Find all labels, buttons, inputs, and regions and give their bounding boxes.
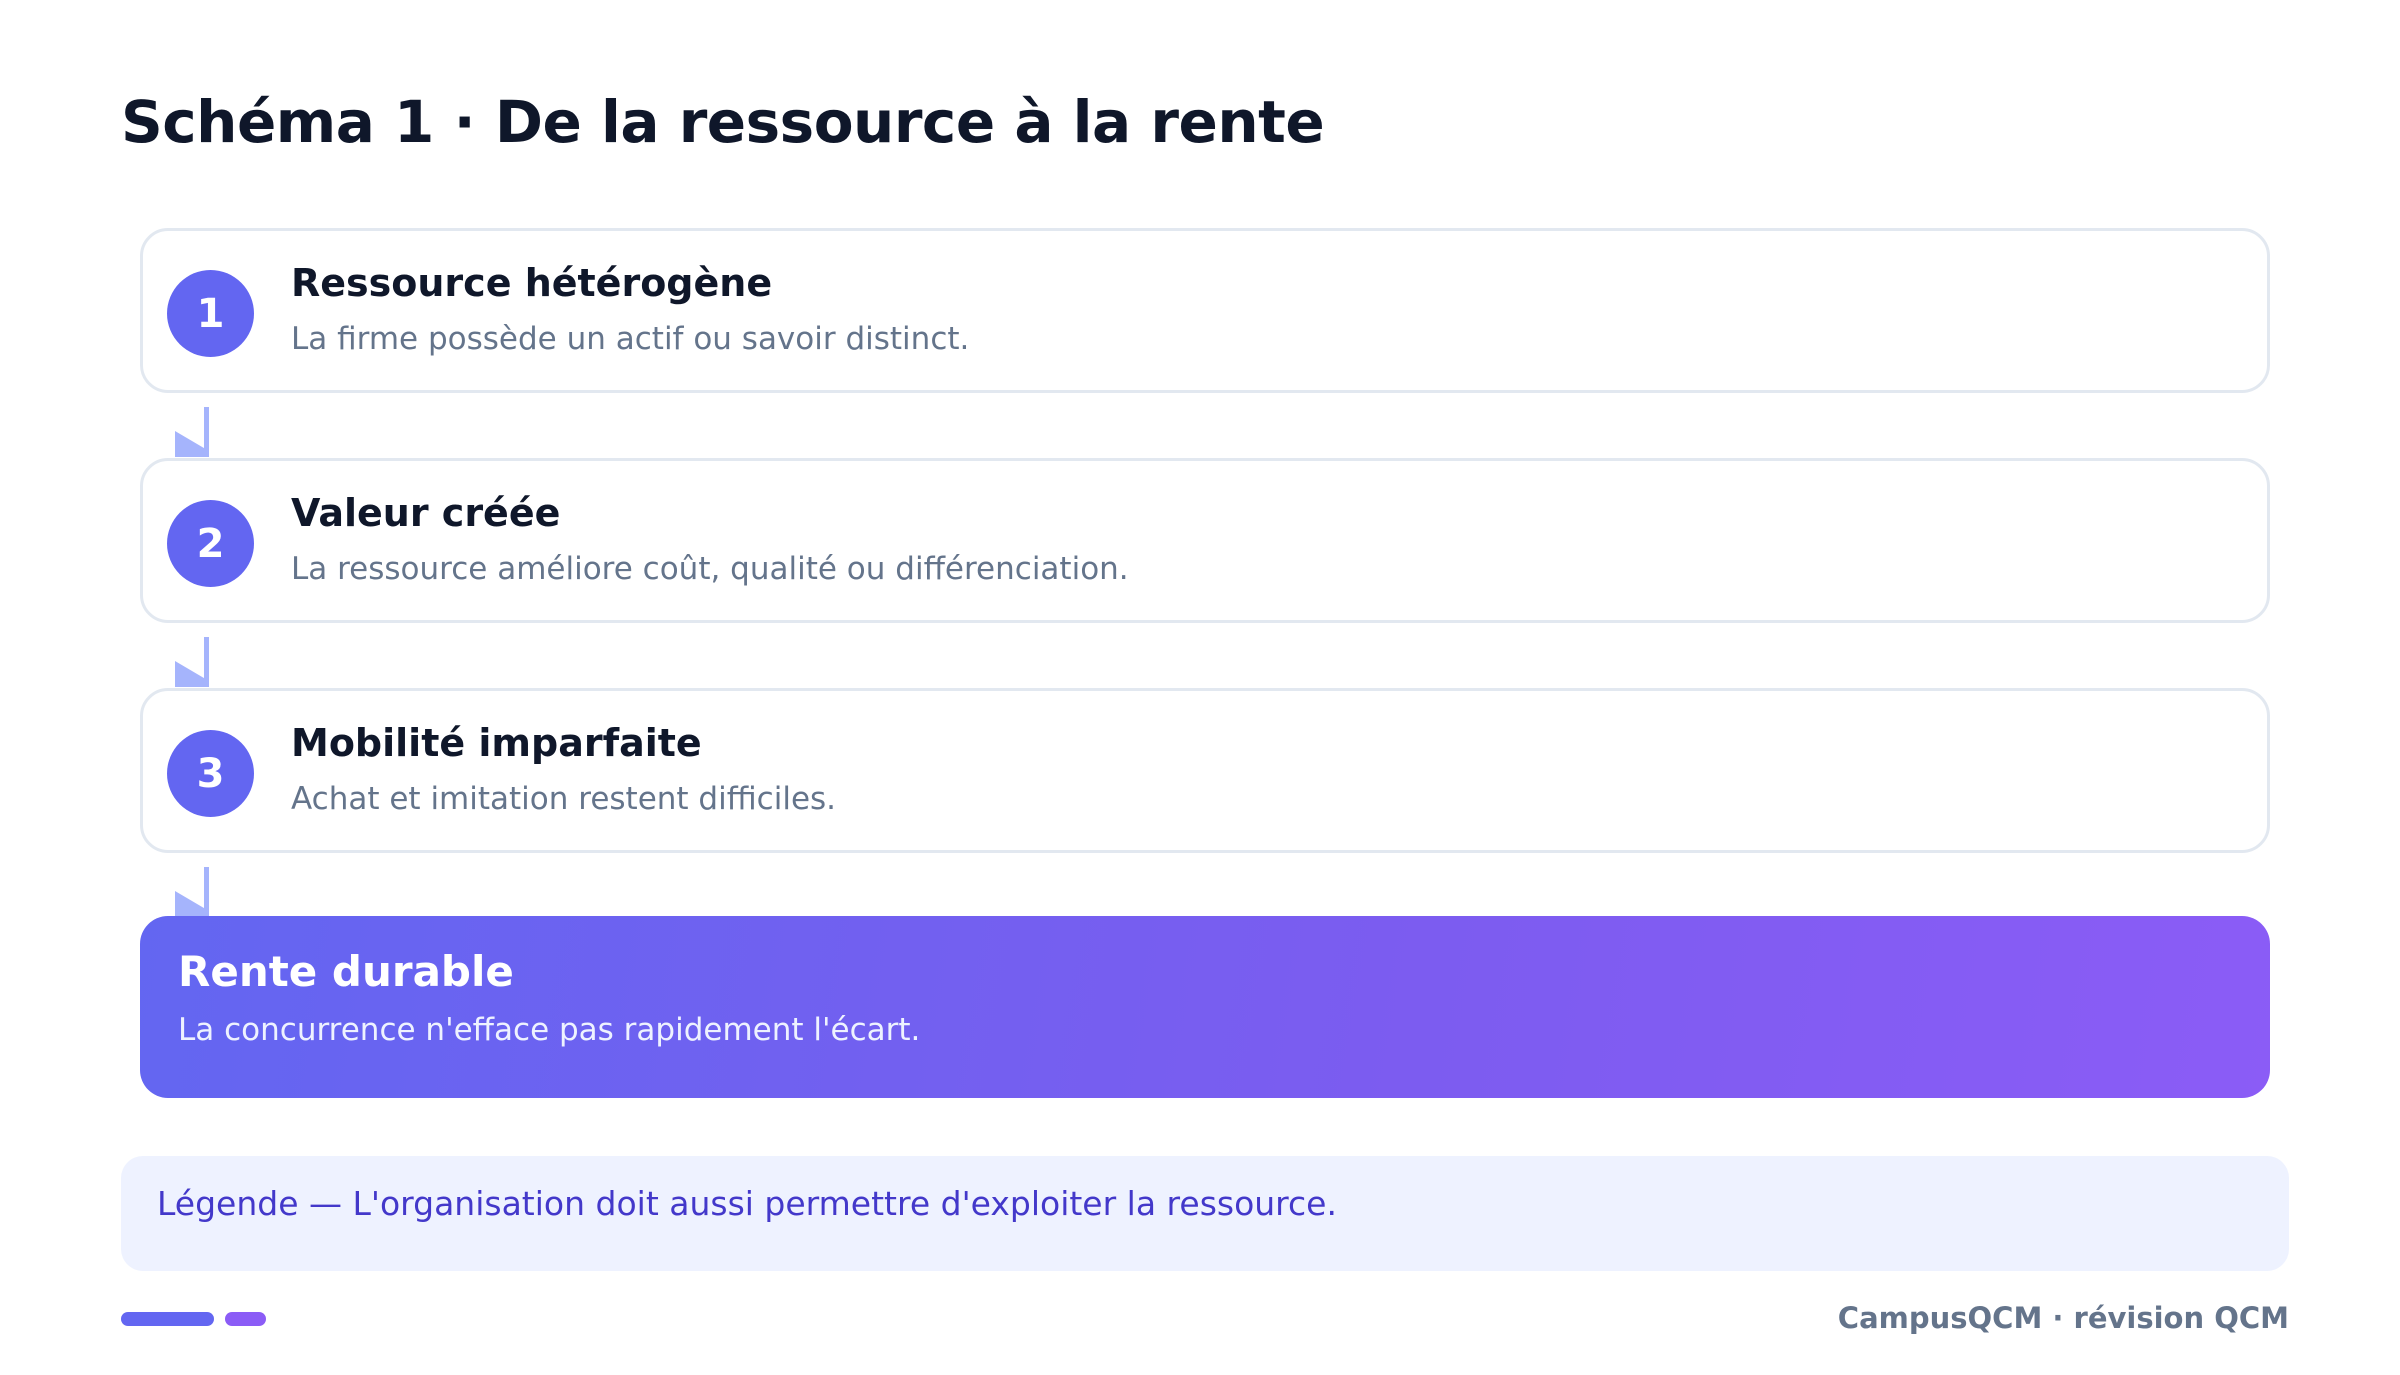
legend-text: Légende — L'organisation doit aussi perm…: [157, 1184, 1337, 1223]
connector-arrow-icon: [175, 867, 209, 917]
step-card-3: 3 Mobilité imparfaite Achat et imitation…: [140, 688, 2270, 853]
legend-box: Légende — L'organisation doit aussi perm…: [121, 1156, 2289, 1271]
step-title: Ressource hétérogène: [291, 261, 773, 305]
accent-bar-primary: [121, 1312, 214, 1326]
outcome-card: Rente durable La concurrence n'efface pa…: [140, 916, 2270, 1098]
diagram-title: Schéma 1 · De la ressource à la rente: [121, 88, 1325, 156]
accent-bar-secondary: [225, 1312, 266, 1326]
step-number-badge: 1: [167, 270, 254, 357]
step-description: Achat et imitation restent difficiles.: [291, 781, 837, 817]
step-description: La ressource améliore coût, qualité ou d…: [291, 551, 1129, 587]
step-title: Valeur créée: [291, 491, 561, 535]
step-title: Mobilité imparfaite: [291, 721, 702, 765]
step-number-badge: 2: [167, 500, 254, 587]
step-card-2: 2 Valeur créée La ressource améliore coû…: [140, 458, 2270, 623]
connector-arrow-icon: [175, 407, 209, 457]
connector-arrow-icon: [175, 637, 209, 687]
step-number-badge: 3: [167, 730, 254, 817]
footer-brand: CampusQCM · révision QCM: [1837, 1301, 2289, 1335]
outcome-description: La concurrence n'efface pas rapidement l…: [178, 1012, 921, 1048]
step-card-1: 1 Ressource hétérogène La firme possède …: [140, 228, 2270, 393]
step-description: La firme possède un actif ou savoir dist…: [291, 321, 970, 357]
outcome-title: Rente durable: [178, 947, 514, 996]
